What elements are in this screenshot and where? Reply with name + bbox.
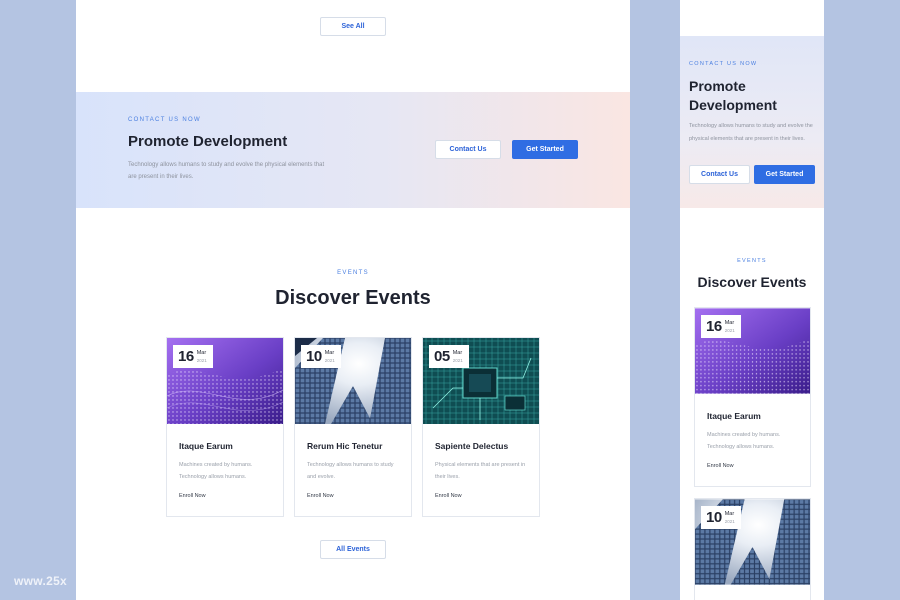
mobile-cta-section: CONTACT US NOW Promote Development Techn… [680,36,824,208]
date-badge: 10 Mar 2021 [301,345,341,368]
purple-wave-image: 16 Mar 2021 [695,308,810,394]
cta-text: Technology allows humans to study and ev… [689,123,813,142]
get-started-button[interactable]: Get Started [754,165,815,184]
enroll-now-link[interactable]: Enroll Now [179,493,206,499]
event-card[interactable]: 05 Mar 2021 Sapiente Delectus Physical e… [422,337,540,517]
cta-eyebrow: CONTACT US NOW [128,117,201,123]
event-card[interactable]: 16 Mar 2021 Itaque Earum Machines create… [166,337,284,517]
cta-title: Promote Development [689,78,777,113]
get-started-button[interactable]: Get Started [512,140,578,159]
event-title[interactable]: Sapiente Delectus [435,441,508,451]
events-title: Discover Events [697,274,807,290]
event-title[interactable]: Itaque Earum [707,411,761,421]
cta-title: Promote Development [128,133,288,150]
see-all-button[interactable]: See All [320,17,386,36]
circuit-board-image: 05 Mar 2021 [423,338,539,424]
events-eyebrow: EVENTS [737,258,767,264]
watermark-text: www.25x [14,574,68,588]
event-desc: Machines created by humans. Technology a… [179,462,253,480]
date-badge: 05 Mar 2021 [429,345,469,368]
event-card[interactable]: 10 Mar 2021 [694,498,811,600]
event-desc: Physical elements that are present in th… [435,462,526,480]
enroll-now-link[interactable]: Enroll Now [435,493,462,499]
purple-wave-image: 16 Mar 2021 [167,338,283,424]
cta-text: Technology allows humans to study and ev… [128,162,325,180]
events-eyebrow: EVENTS [337,270,369,276]
event-desc: Technology allows humans to study and ev… [307,462,394,480]
date-badge: 10 Mar 2021 [701,506,741,529]
cta-section: CONTACT US NOW Promote Development Techn… [76,92,630,208]
event-card[interactable]: 10 Mar 2021 Rerum Hic Tenetur Technology… [294,337,412,517]
date-badge: 16 Mar 2021 [701,315,741,338]
enroll-now-link[interactable]: Enroll Now [307,493,334,499]
cta-eyebrow: CONTACT US NOW [689,61,758,67]
event-card[interactable]: 16 Mar 2021 Itaque Earum Machines create… [694,307,811,487]
skyscraper-image: 10 Mar 2021 [695,499,810,585]
contact-us-button[interactable]: Contact Us [689,165,750,184]
date-badge: 16 Mar 2021 [173,345,213,368]
skyscraper-image: 10 Mar 2021 [295,338,411,424]
event-desc: Machines created by humans. Technology a… [707,432,781,450]
all-events-button[interactable]: All Events [320,540,386,559]
event-title[interactable]: Rerum Hic Tenetur [307,441,382,451]
events-title: Discover Events [275,287,431,309]
desktop-preview: See All CONTACT US NOW Promote Developme… [76,0,630,600]
contact-us-button[interactable]: Contact Us [435,140,501,159]
mobile-preview: CONTACT US NOW Promote Development Techn… [680,0,824,600]
enroll-now-link[interactable]: Enroll Now [707,463,734,469]
event-title[interactable]: Itaque Earum [179,441,233,451]
